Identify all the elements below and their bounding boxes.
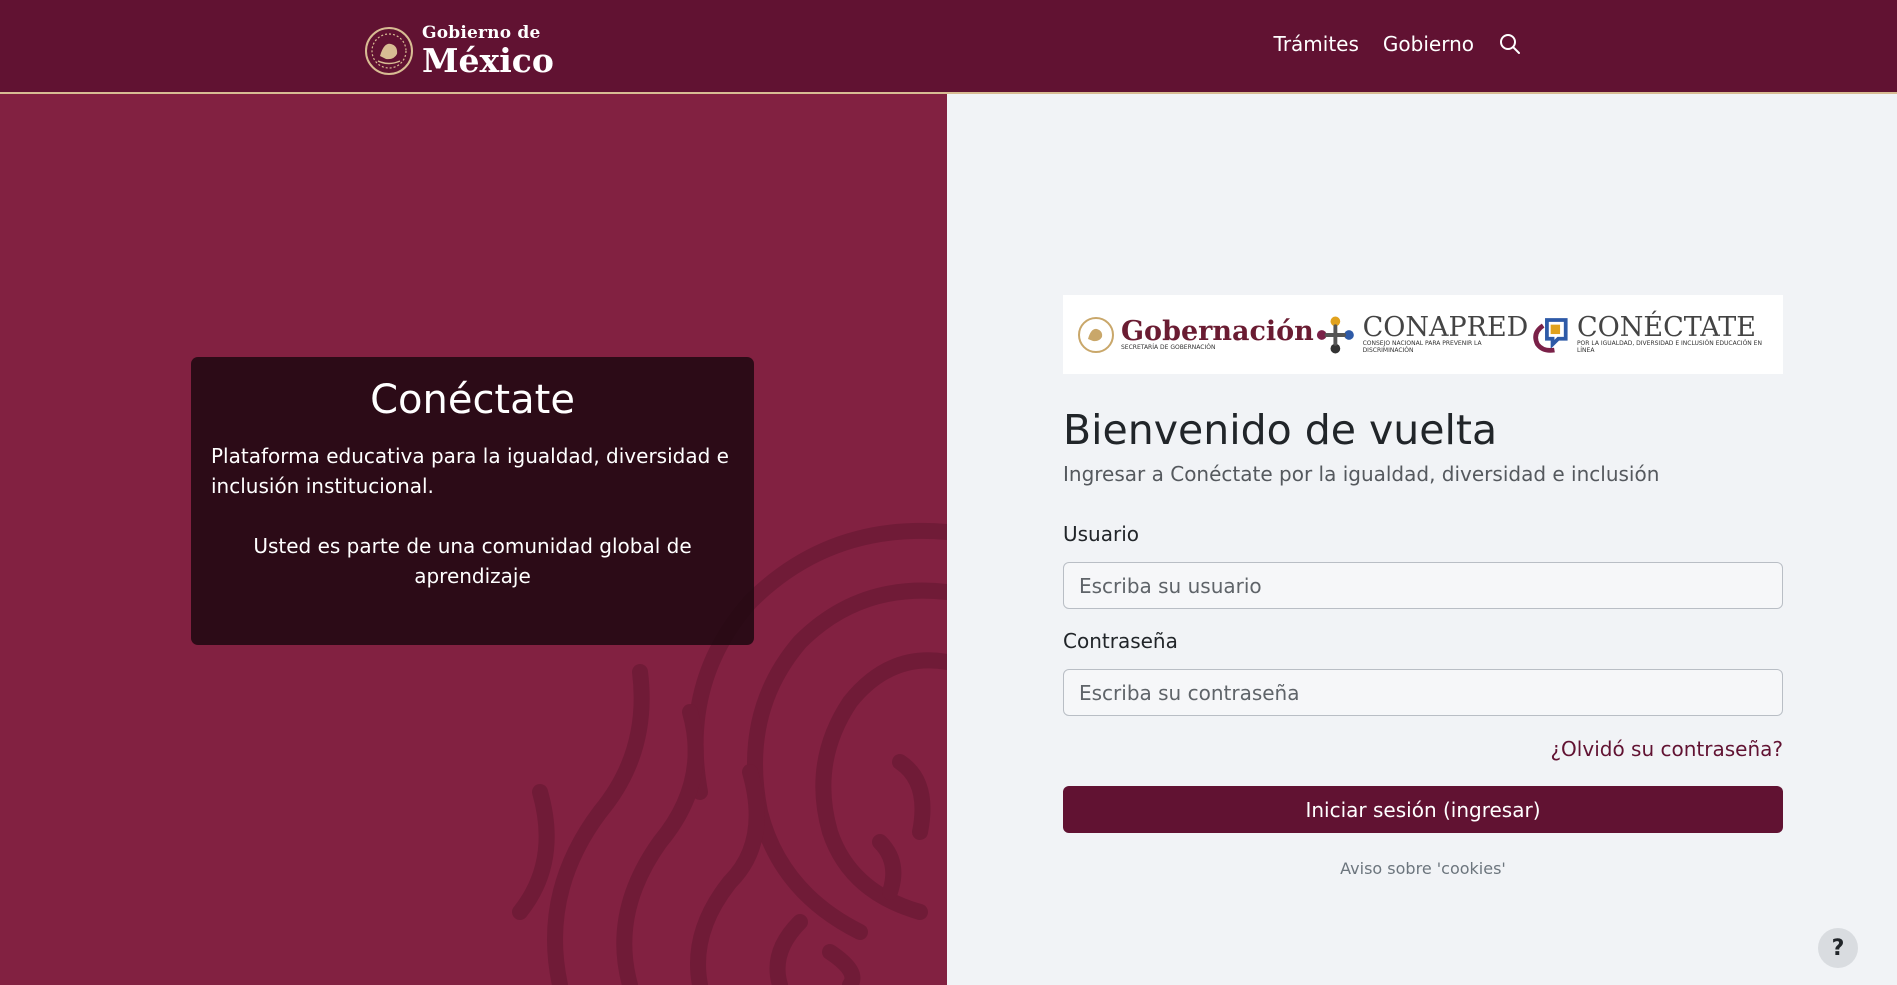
conectate-name: CONÉCTATE <box>1576 312 1756 344</box>
mexico-seal-icon <box>365 27 413 75</box>
gobernacion-sub: Secretaría de Gobernación <box>1121 343 1216 351</box>
hero-card: Conéctate Plataforma educativa para la i… <box>191 357 754 645</box>
hero-description: Plataforma educativa para la igualdad, d… <box>211 444 729 498</box>
brand-wordmark: Gobierno de México <box>422 23 554 80</box>
gobierno-de-mexico-logo[interactable]: Gobierno de México <box>364 24 554 78</box>
conectate-sub: Por la igualdad, diversidad e inclusión … <box>1576 340 1762 354</box>
gobernacion-logo: Gobernación Secretaría de Gobernación <box>1077 316 1314 354</box>
hero-panel: Conéctate Plataforma educativa para la i… <box>0 94 947 985</box>
cookies-notice-link[interactable]: Aviso sobre 'cookies' <box>1063 859 1783 878</box>
conectate-logo: CONÉCTATE Por la igualdad, diversidad e … <box>1530 313 1769 357</box>
brand-small-text: Gobierno de <box>422 23 541 43</box>
conapred-logo: CONAPRED Consejo Nacional para Prevenir … <box>1314 313 1530 357</box>
username-label: Usuario <box>1063 522 1140 546</box>
hero-title: Conéctate <box>370 377 575 423</box>
login-panel: Gobernación Secretaría de Gobernación CO… <box>947 94 1897 985</box>
conectate-chat-icon <box>1532 317 1568 353</box>
username-input[interactable] <box>1063 562 1783 609</box>
partner-logos: Gobernación Secretaría de Gobernación CO… <box>1063 295 1783 374</box>
hero-tagline: Usted es parte de una comunidad global d… <box>253 534 692 588</box>
conapred-people-icon <box>1316 316 1354 353</box>
gobernacion-name: Gobernación <box>1121 315 1314 347</box>
login-subtitle: Ingresar a Conéctate por la igualdad, di… <box>1063 462 1660 486</box>
conapred-name: CONAPRED <box>1362 312 1529 344</box>
forgot-password-link[interactable]: ¿Olvidó su contraseña? <box>1550 737 1783 761</box>
login-button[interactable]: Iniciar sesión (ingresar) <box>1063 786 1783 833</box>
login-heading: Bienvenido de vuelta <box>1063 406 1498 454</box>
gobernacion-seal-icon <box>1078 316 1114 353</box>
brand-big-text: México <box>422 41 554 80</box>
top-navbar: Gobierno de México Trámites Gobierno <box>0 0 1897 94</box>
password-input[interactable] <box>1063 669 1783 716</box>
conapred-sub: Consejo Nacional para Prevenir la Discri… <box>1362 340 1482 354</box>
nav-link-tramites[interactable]: Trámites <box>1274 32 1359 56</box>
main-nav: Trámites Gobierno <box>1274 32 1522 56</box>
search-icon[interactable] <box>1498 32 1522 56</box>
nav-link-gobierno[interactable]: Gobierno <box>1383 32 1474 56</box>
help-button[interactable]: ? <box>1818 928 1858 968</box>
password-label: Contraseña <box>1063 629 1178 653</box>
